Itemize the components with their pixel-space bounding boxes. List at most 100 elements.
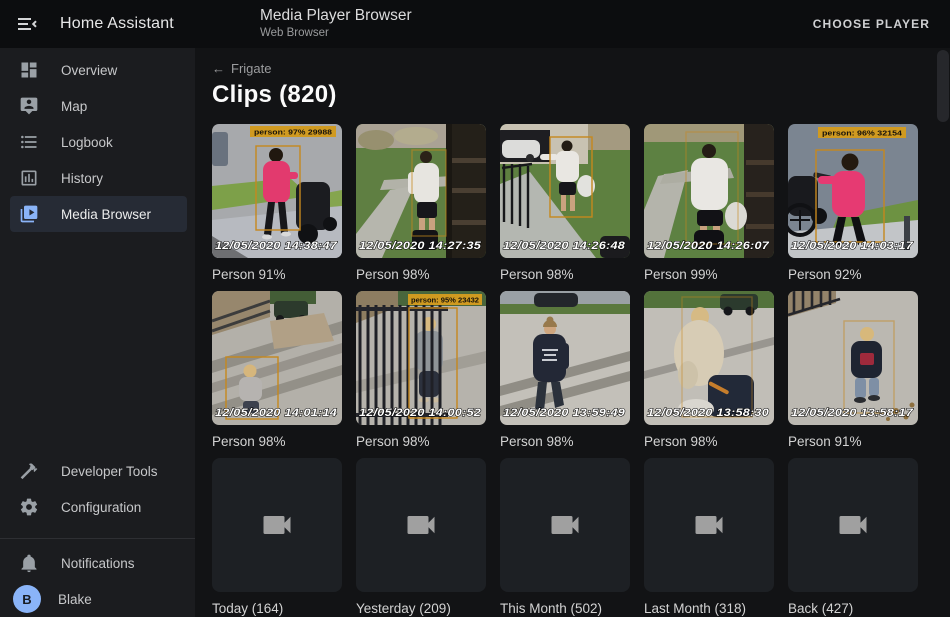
folder-label: Yesterday (209)	[356, 598, 486, 617]
breadcrumb[interactable]: ← Frigate	[212, 60, 271, 76]
clip-item[interactable]: 12/05/2020 13:59:49 Person 98%	[500, 291, 630, 452]
sidebar-item-configuration[interactable]: Configuration	[10, 489, 187, 525]
sidebar-item-label: History	[61, 171, 103, 186]
page-title: Clips (820)	[212, 81, 934, 109]
clip-item[interactable]: 12/05/2020 13:58:30 Person 98%	[644, 291, 774, 452]
choose-player-button[interactable]: CHOOSE PLAYER	[807, 0, 936, 48]
scene-art	[356, 291, 486, 425]
clip-scene: 12/05/2020 14:01:14	[212, 291, 342, 425]
clip-thumbnail[interactable]: 12/05/2020 14:26:48	[500, 124, 630, 258]
clip-scene: person: 95% 23432 12/05/2020 14:00:52	[356, 291, 486, 425]
menu-open-icon[interactable]	[15, 12, 39, 36]
clip-timestamp: 12/05/2020 13:58:30	[647, 407, 770, 419]
clip-thumbnail[interactable]: 12/05/2020 14:01:14	[212, 291, 342, 425]
clip-caption: Person 91%	[212, 264, 342, 285]
player-title-block: Media Player Browser Web Browser	[260, 7, 412, 40]
app-header: Home Assistant Media Player Browser Web …	[0, 0, 950, 48]
clip-thumbnail[interactable]: 12/05/2020 13:58:30	[644, 291, 774, 425]
clip-scene: 12/05/2020 13:58:30	[644, 291, 774, 425]
clip-item[interactable]: 12/05/2020 13:58:17 Person 91%	[788, 291, 918, 452]
scene-art	[356, 124, 486, 258]
detection-label: person: 97% 29988	[250, 126, 336, 137]
sidebar-item-logbook[interactable]: Logbook	[10, 124, 187, 160]
sidebar-item-label: Configuration	[61, 500, 141, 515]
video-camera-icon	[691, 507, 727, 543]
sidebar-item-label: Logbook	[61, 135, 113, 150]
player-title: Media Player Browser	[260, 7, 412, 25]
folder-item[interactable]: Today (164)	[212, 458, 342, 617]
clip-scene: person: 97% 29988 12/05/2020 14:38:47	[212, 124, 342, 258]
clip-thumbnail[interactable]: person: 95% 23432 12/05/2020 14:00:52	[356, 291, 486, 425]
chart-box-icon	[19, 168, 39, 188]
detection-label: person: 95% 23432	[408, 294, 482, 305]
sidebar-item-profile[interactable]: B Blake	[10, 581, 187, 617]
avatar: B	[13, 585, 41, 613]
sidebar-item-developer-tools[interactable]: Developer Tools	[10, 453, 187, 489]
scene-art	[644, 124, 774, 258]
clip-caption: Person 98%	[500, 431, 630, 452]
app-title: Home Assistant	[60, 15, 174, 33]
scrollbar-thumb[interactable]	[937, 50, 949, 122]
play-box-multiple-icon	[19, 204, 39, 224]
scene-art	[500, 291, 630, 425]
folder-thumbnail[interactable]	[788, 458, 918, 592]
folder-thumbnail[interactable]	[644, 458, 774, 592]
sidebar-item-label: Overview	[61, 63, 117, 78]
video-camera-icon	[259, 507, 295, 543]
media-browser-content: ← Frigate Clips (820)	[195, 48, 950, 617]
tooltip-account-icon	[19, 96, 39, 116]
view-dashboard-icon	[19, 60, 39, 80]
folder-label: Back (427)	[788, 598, 918, 617]
clip-item[interactable]: 12/05/2020 14:27:35 Person 98%	[356, 124, 486, 285]
folder-item[interactable]: Back (427)	[788, 458, 918, 617]
detection-label-text: person: 95% 23432	[411, 296, 479, 305]
sidebar-item-media-browser[interactable]: Media Browser	[10, 196, 187, 232]
clip-scene: 12/05/2020 13:59:49	[500, 291, 630, 425]
scene-art	[212, 291, 342, 425]
folder-thumbnail[interactable]	[500, 458, 630, 592]
detection-label-text: person: 97% 29988	[254, 128, 332, 137]
clip-thumbnail[interactable]: person: 97% 29988 12/05/2020 14:38:47	[212, 124, 342, 258]
clip-thumbnail[interactable]: 12/05/2020 14:27:35	[356, 124, 486, 258]
clip-timestamp: 12/05/2020 14:01:14	[215, 407, 337, 419]
sidebar-item-map[interactable]: Map	[10, 88, 187, 124]
folder-item[interactable]: Last Month (318)	[644, 458, 774, 617]
clip-thumbnail[interactable]: 12/05/2020 13:58:17	[788, 291, 918, 425]
folder-item[interactable]: This Month (502)	[500, 458, 630, 617]
scene-art	[788, 124, 918, 258]
clip-caption: Person 98%	[644, 431, 774, 452]
sidebar-item-notifications[interactable]: Notifications	[10, 545, 187, 581]
scene-art	[500, 124, 630, 258]
folder-thumbnail[interactable]	[212, 458, 342, 592]
video-camera-icon	[547, 507, 583, 543]
clip-caption: Person 98%	[356, 431, 486, 452]
sidebar-spacer	[0, 232, 195, 453]
clip-thumbnail[interactable]: 12/05/2020 13:59:49	[500, 291, 630, 425]
scene-art	[788, 291, 918, 425]
detection-label-text: person: 96% 32154	[822, 129, 903, 138]
cog-icon	[19, 497, 39, 517]
clip-item[interactable]: person: 95% 23432 12/05/2020 14:00:52 Pe…	[356, 291, 486, 452]
breadcrumb-label: Frigate	[231, 61, 271, 76]
clip-item[interactable]: person: 97% 29988 12/05/2020 14:38:47 Pe…	[212, 124, 342, 285]
sidebar-item-overview[interactable]: Overview	[10, 52, 187, 88]
clip-thumbnail[interactable]: person: 96% 32154 12/05/2020 14:03:17	[788, 124, 918, 258]
clip-caption: Person 91%	[788, 431, 918, 452]
clip-caption: Person 99%	[644, 264, 774, 285]
sidebar-item-label: Blake	[58, 592, 92, 607]
clip-caption: Person 92%	[788, 264, 918, 285]
clip-item[interactable]: 12/05/2020 14:26:07 Person 99%	[644, 124, 774, 285]
clip-item[interactable]: 12/05/2020 14:26:48 Person 98%	[500, 124, 630, 285]
clip-timestamp: 12/05/2020 13:59:49	[503, 407, 626, 419]
clip-thumbnail[interactable]: 12/05/2020 14:26:07	[644, 124, 774, 258]
scene-art	[644, 291, 774, 425]
clip-item[interactable]: 12/05/2020 14:01:14 Person 98%	[212, 291, 342, 452]
sidebar-item-history[interactable]: History	[10, 160, 187, 196]
sidebar-item-label: Map	[61, 99, 87, 114]
video-camera-icon	[835, 507, 871, 543]
sidebar: Overview Map Logbook History Media Brows…	[0, 48, 195, 617]
clip-item[interactable]: person: 96% 32154 12/05/2020 14:03:17 Pe…	[788, 124, 918, 285]
folder-item[interactable]: Yesterday (209)	[356, 458, 486, 617]
clip-timestamp: 12/05/2020 14:26:07	[647, 240, 770, 252]
folder-thumbnail[interactable]	[356, 458, 486, 592]
